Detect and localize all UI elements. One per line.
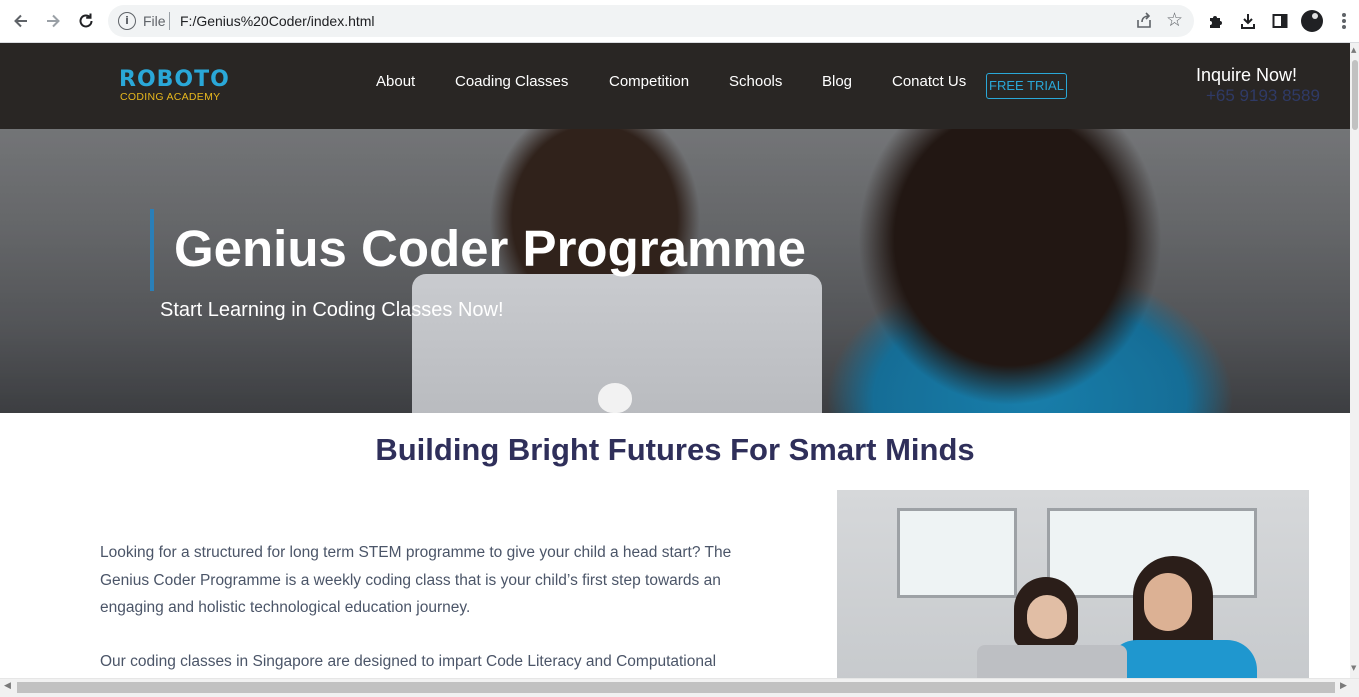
arrow-left-icon xyxy=(14,14,27,28)
kebab-menu-icon[interactable] xyxy=(1336,10,1352,32)
address-bar[interactable]: i File F:/Genius%20Coder/index.html ☆ xyxy=(108,5,1194,37)
side-panel-icon xyxy=(1272,14,1288,28)
horizontal-scroll-thumb[interactable] xyxy=(17,682,1335,693)
section-title: Building Bright Futures For Smart Minds xyxy=(375,432,975,467)
url-scheme-label: File xyxy=(143,13,166,29)
photo-person-face xyxy=(1027,595,1067,639)
scroll-right-icon[interactable]: ▶ xyxy=(1340,681,1347,691)
info-icon[interactable]: i xyxy=(118,12,136,30)
forward-button[interactable] xyxy=(40,8,66,34)
nav-blog[interactable]: Blog xyxy=(822,73,852,90)
vertical-scrollbar[interactable] xyxy=(1350,43,1359,678)
reload-icon xyxy=(79,13,93,28)
hero-subtitle: Start Learning in Coding Classes Now! xyxy=(160,299,504,321)
hero-banner: Genius Coder Programme Start Learning in… xyxy=(0,129,1350,413)
download-icon xyxy=(1241,14,1255,29)
scroll-down-icon[interactable]: ▼ xyxy=(1351,664,1356,672)
url-text[interactable]: F:/Genius%20Coder/index.html xyxy=(180,13,375,29)
phone-link[interactable]: +65 9193 8589 xyxy=(1206,86,1320,106)
hero-title: Genius Coder Programme xyxy=(174,220,806,277)
site-header: ROBOTO CODING ACADEMY About Coading Clas… xyxy=(0,43,1350,129)
nav-competition[interactable]: Competition xyxy=(609,73,689,90)
logo-wordmark: ROBOTO xyxy=(119,67,230,92)
logo-tagline: CODING ACADEMY xyxy=(120,91,221,103)
side-panel-button[interactable] xyxy=(1269,10,1291,32)
downloads-button[interactable] xyxy=(1237,10,1259,32)
nav-about[interactable]: About xyxy=(376,73,415,90)
nav-contact-us[interactable]: Conatct Us xyxy=(892,73,966,90)
puzzle-icon xyxy=(1210,16,1222,28)
nav-schools[interactable]: Schools xyxy=(729,73,782,90)
scroll-left-icon[interactable]: ◀ xyxy=(4,681,11,691)
photo-window xyxy=(897,508,1017,598)
apple-logo-icon xyxy=(598,383,632,413)
detail-paragraph: Our coding classes in Singapore are desi… xyxy=(100,653,717,670)
arrow-right-icon xyxy=(47,14,60,28)
inquire-now-label: Inquire Now! xyxy=(1196,65,1298,85)
reload-button[interactable] xyxy=(73,8,99,34)
omnibox-separator xyxy=(169,12,170,30)
hero-accent-bar xyxy=(150,209,154,291)
free-trial-button[interactable]: FREE TRIAL xyxy=(986,73,1067,99)
browser-toolbar: i File F:/Genius%20Coder/index.html ☆ xyxy=(0,0,1359,43)
back-button[interactable] xyxy=(8,8,34,34)
vertical-scroll-thumb[interactable] xyxy=(1352,60,1358,130)
scroll-up-icon[interactable]: ▲ xyxy=(1351,46,1356,54)
photo-person-shirt xyxy=(1107,640,1257,678)
page-viewport: ROBOTO CODING ACADEMY About Coading Clas… xyxy=(0,43,1350,678)
students-photo xyxy=(837,490,1309,678)
profile-avatar-icon[interactable] xyxy=(1301,10,1323,32)
photo-laptop xyxy=(977,645,1127,678)
star-icon[interactable]: ☆ xyxy=(1166,9,1183,31)
nav-coading-classes[interactable]: Coading Classes xyxy=(455,73,568,90)
share-icon[interactable] xyxy=(1134,11,1154,31)
intro-paragraph: Looking for a structured for long term S… xyxy=(100,544,732,616)
photo-person-face xyxy=(1144,573,1192,631)
extensions-button[interactable] xyxy=(1205,10,1227,32)
